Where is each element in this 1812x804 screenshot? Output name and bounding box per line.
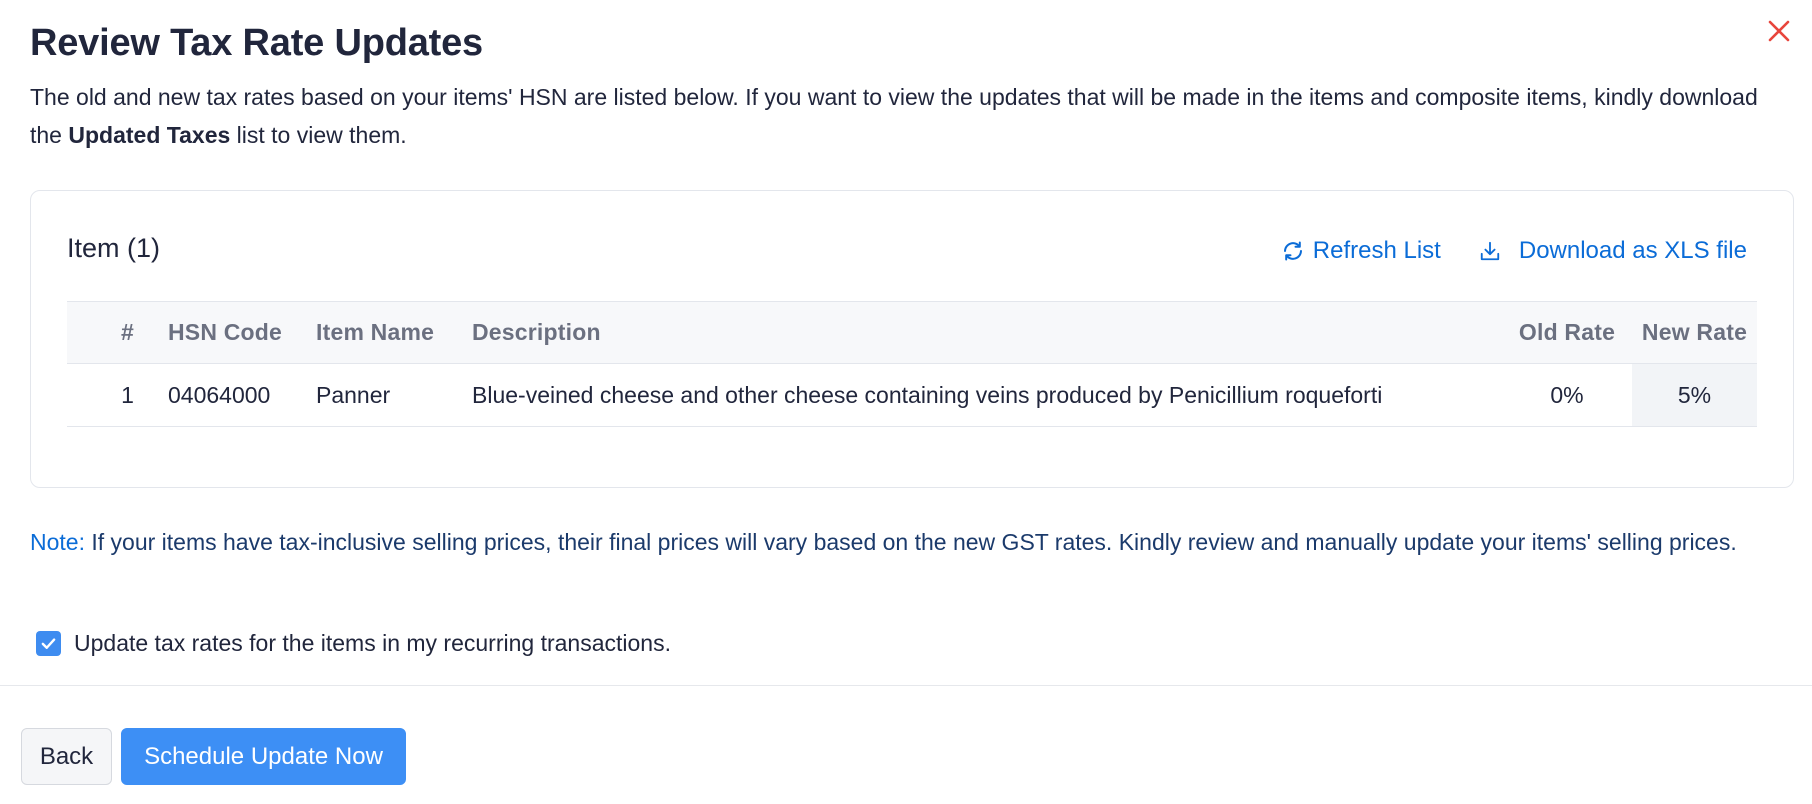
- items-count-title: Item (1): [67, 233, 161, 263]
- table-header-row: # HSN Code Item Name Description Old Rat…: [67, 301, 1757, 364]
- updated-taxes-label: Updated Taxes: [68, 122, 231, 148]
- download-icon: [1480, 241, 1500, 261]
- row-hsn-code: 04064000: [168, 363, 316, 427]
- close-button[interactable]: [1762, 14, 1796, 48]
- col-header-hsn: HSN Code: [168, 301, 316, 364]
- row-num: 1: [67, 363, 168, 427]
- recurring-update-option: Update tax rates for the items in my rec…: [36, 630, 671, 657]
- check-icon: [41, 638, 56, 649]
- col-header-num: #: [67, 301, 168, 364]
- gst-note: Note: If your items have tax-inclusive s…: [30, 524, 1770, 561]
- row-old-rate: 0%: [1502, 363, 1632, 427]
- recurring-update-label[interactable]: Update tax rates for the items in my rec…: [74, 630, 671, 657]
- intro-text: The old and new tax rates based on your …: [30, 78, 1770, 154]
- items-card: Item (1) Refresh List Download as XLS fi…: [30, 190, 1794, 488]
- intro-text-tail: list to view them.: [236, 122, 407, 148]
- note-label: Note:: [30, 529, 85, 555]
- note-text: If your items have tax-inclusive selling…: [91, 529, 1737, 555]
- col-header-new-rate: New Rate: [1632, 301, 1757, 364]
- row-item-name: Panner: [316, 363, 472, 427]
- row-new-rate: 5%: [1632, 363, 1757, 427]
- review-tax-rate-dialog: Review Tax Rate Updates The old and new …: [0, 0, 1812, 804]
- refresh-icon: [1283, 241, 1302, 261]
- row-description: Blue-veined cheese and other cheese cont…: [472, 363, 1502, 427]
- table-row: 1 04064000 Panner Blue-veined cheese and…: [67, 363, 1757, 427]
- col-header-old-rate: Old Rate: [1502, 301, 1632, 364]
- schedule-update-button[interactable]: Schedule Update Now: [121, 728, 406, 785]
- col-header-item-name: Item Name: [316, 301, 472, 364]
- card-actions: Refresh List Download as XLS file: [1281, 237, 1747, 265]
- footer-divider: [0, 685, 1812, 686]
- tax-updates-table: # HSN Code Item Name Description Old Rat…: [67, 301, 1757, 427]
- close-icon: [1768, 20, 1790, 42]
- dialog-title: Review Tax Rate Updates: [30, 22, 483, 64]
- refresh-list-label: Refresh List: [1312, 237, 1441, 264]
- download-xls-link[interactable]: Download as XLS file: [1479, 237, 1747, 265]
- back-button[interactable]: Back: [21, 728, 112, 785]
- download-xls-label: Download as XLS file: [1518, 237, 1747, 264]
- col-header-description: Description: [472, 301, 1502, 364]
- refresh-list-link[interactable]: Refresh List: [1281, 237, 1441, 265]
- recurring-update-checkbox[interactable]: [36, 631, 61, 656]
